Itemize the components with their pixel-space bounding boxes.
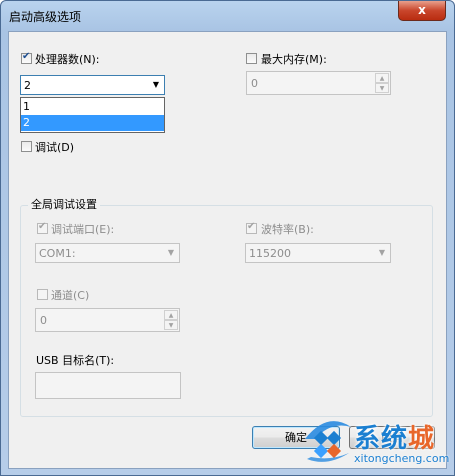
baud-rate-label: 波特率(B): [261,223,314,236]
processors-selected-value: 2 [24,79,31,92]
processors-label: 处理器数(N): [35,53,100,66]
baud-rate-value: 115200 [249,247,291,260]
window-title: 启动高级选项 [9,10,82,24]
spin-down-icon[interactable]: ▼ [164,320,178,330]
watermark-brand-b: 城 [408,424,436,454]
channel-label: 通道(C) [51,289,90,302]
watermark-brand: 系统城 [354,418,435,455]
channel-spinbox[interactable]: 0 ▲ ▼ [35,308,180,332]
close-button[interactable]: x [398,1,446,21]
max-memory-spinbox[interactable]: 0 ▲ ▼ [246,71,391,95]
spin-up-icon[interactable]: ▲ [375,73,389,83]
watermark-brand-a: 系统 [354,424,409,454]
chevron-down-icon: ▼ [152,80,159,89]
chevron-down-icon: ▼ [167,248,174,257]
debug-label: 调试(D) [35,141,75,154]
baud-rate-checkbox[interactable] [246,221,257,234]
watermark-logo-icon [305,421,351,462]
processors-option-1[interactable]: 1 [21,99,164,115]
baud-rate-combo[interactable]: 115200 ▼ [245,243,391,263]
max-memory-value: 0 [251,77,258,90]
debug-port-checkbox[interactable] [37,221,48,234]
chevron-down-icon: ▼ [378,248,385,257]
max-memory-label: 最大内存(M): [261,53,327,66]
processors-option-2[interactable]: 2 [21,115,164,131]
title-bar[interactable]: 启动高级选项 x [1,1,454,31]
debug-checkbox[interactable] [21,141,32,152]
spin-up-icon[interactable]: ▲ [164,310,178,320]
usb-target-input[interactable] [35,372,181,399]
usb-target-label: USB 目标名(T): [36,354,115,367]
close-icon: x [418,3,426,17]
debug-port-label: 调试端口(E): [51,223,115,236]
processors-combo[interactable]: 2 ▼ [20,75,165,95]
global-debug-title: 全局调试设置 [28,196,100,212]
debug-port-combo[interactable]: COM1: ▼ [35,243,180,263]
processors-dropdown-list: 1 2 [20,97,165,133]
channel-checkbox[interactable] [37,289,48,300]
max-memory-checkbox[interactable] [246,53,257,64]
channel-value: 0 [40,314,47,327]
debug-port-value: COM1: [39,247,76,260]
processors-checkbox[interactable] [21,51,32,64]
watermark-url: xitongcheng.com [354,452,450,465]
spin-down-icon[interactable]: ▼ [375,83,389,93]
